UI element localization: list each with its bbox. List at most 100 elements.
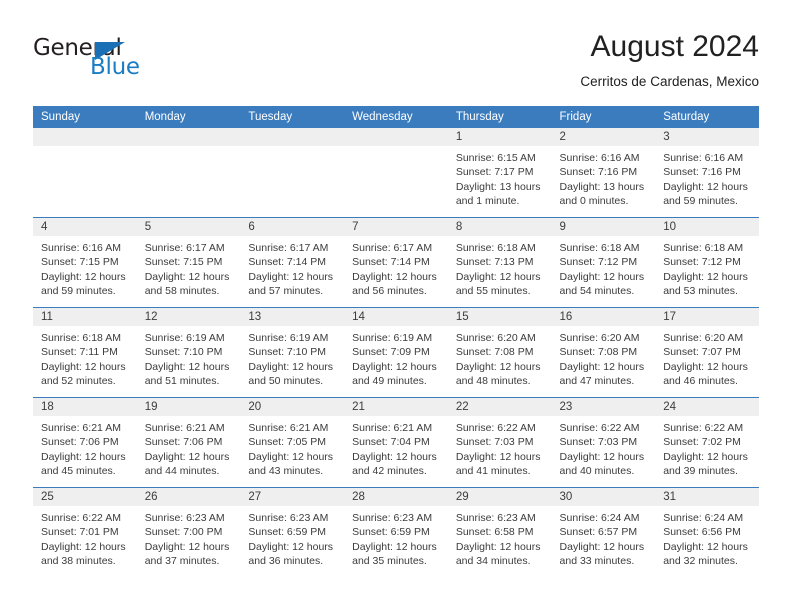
daylight-duration-line2: and 55 minutes. — [455, 285, 531, 298]
calendar-day-cell[interactable]: 8 Sunrise: 6:18 AM Sunset: 7:13 PM Daylight… — [447, 216, 552, 308]
calendar-day-cell[interactable]: 7 Sunrise: 6:17 AM Sunset: 7:14 PM Daylight… — [344, 216, 448, 308]
calendar-day-cell[interactable]: 22 Sunrise: 6:22 AM Sunset: 7:03 PM Dayligh… — [447, 396, 552, 488]
calendar-day-cell[interactable]: 20 Sunrise: 6:21 AM Sunset: 7:05 PM Dayligh… — [240, 396, 345, 488]
daylight-duration-line1: Daylight: 12 hours — [455, 450, 541, 463]
sunset-time: Sunset: 7:08 PM — [559, 346, 638, 359]
day-details: Sunrise: 6:21 AM Sunset: 7:04 PM Daylight:… — [344, 416, 448, 479]
daylight-duration-line2: and 43 minutes. — [248, 465, 324, 478]
calendar-day-cell[interactable]: 19 Sunrise: 6:21 AM Sunset: 7:06 PM Dayligh… — [136, 396, 241, 488]
calendar-day-cell[interactable]: 3 Sunrise: 6:16 AM Sunset: 7:16 PM Daylight… — [655, 127, 759, 218]
sunrise-time: Sunrise: 6:17 AM — [352, 241, 433, 254]
calendar-day-cell[interactable]: 29 Sunrise: 6:23 AM Sunset: 6:58 PM Dayligh… — [447, 486, 552, 577]
sunset-time: Sunset: 7:16 PM — [559, 166, 638, 179]
daylight-duration-line1: Daylight: 12 hours — [559, 270, 645, 283]
day-details: Sunrise: 6:19 AM Sunset: 7:09 PM Daylight:… — [344, 326, 448, 389]
day-details: Sunrise: 6:19 AM Sunset: 7:10 PM Daylight:… — [240, 326, 344, 389]
sunset-time: Sunset: 7:10 PM — [144, 346, 223, 359]
day-details: Sunrise: 6:23 AM Sunset: 6:59 PM Daylight:… — [344, 506, 448, 569]
daylight-duration-line1: Daylight: 12 hours — [663, 180, 748, 193]
calendar-week-row: 18 Sunrise: 6:21 AM Sunset: 7:06 PM Dayligh… — [33, 396, 759, 488]
daylight-duration-line2: and 1 minute. — [455, 195, 520, 208]
day-number: 22 — [447, 397, 552, 416]
sunrise-time: Sunrise: 6:23 AM — [352, 511, 433, 524]
calendar-week-row: 4 Sunrise: 6:16 AM Sunset: 7:15 PM Daylight… — [33, 216, 759, 308]
daylight-duration-line2: and 59 minutes. — [41, 285, 116, 298]
daylight-duration-line2: and 48 minutes. — [455, 375, 531, 388]
calendar-day-cell[interactable]: 25 Sunrise: 6:22 AM Sunset: 7:01 PM Dayligh… — [33, 486, 137, 577]
calendar-day-cell[interactable]: 15 Sunrise: 6:20 AM Sunset: 7:08 PM Dayligh… — [447, 306, 552, 398]
sunset-time: Sunset: 7:10 PM — [248, 346, 327, 359]
sunrise-time: Sunrise: 6:16 AM — [41, 241, 121, 254]
calendar-day-cell[interactable]: 13 Sunrise: 6:19 AM Sunset: 7:10 PM Dayligh… — [240, 306, 345, 398]
sunrise-time: Sunrise: 6:23 AM — [144, 511, 225, 524]
daylight-duration-line2: and 47 minutes. — [559, 375, 635, 388]
daylight-duration-line2: and 41 minutes. — [455, 465, 531, 478]
daylight-duration-line2: and 54 minutes. — [559, 285, 635, 298]
sunrise-time: Sunrise: 6:20 AM — [663, 331, 744, 344]
day-number: 17 — [655, 307, 759, 326]
daylight-duration-line2: and 52 minutes. — [41, 375, 116, 388]
calendar-day-cell[interactable]: 26 Sunrise: 6:23 AM Sunset: 7:00 PM Dayligh… — [136, 486, 241, 577]
calendar-day-cell[interactable]: 24 Sunrise: 6:22 AM Sunset: 7:02 PM Dayligh… — [655, 396, 759, 488]
calendar-day-cell[interactable]: 2 Sunrise: 6:16 AM Sunset: 7:16 PM Daylight… — [551, 127, 656, 218]
weekday-header-saturday: Saturday — [655, 105, 759, 128]
sunset-time: Sunset: 7:07 PM — [663, 346, 741, 359]
sunrise-time: Sunrise: 6:21 AM — [144, 421, 225, 434]
day-number: 6 — [240, 217, 345, 236]
calendar-day-cell[interactable]: 6 Sunrise: 6:17 AM Sunset: 7:14 PM Daylight… — [240, 216, 345, 308]
daylight-duration-line1: Daylight: 12 hours — [144, 360, 230, 373]
daylight-duration-line2: and 57 minutes. — [248, 285, 324, 298]
calendar-day-cell[interactable]: 18 Sunrise: 6:21 AM Sunset: 7:06 PM Dayligh… — [33, 396, 137, 488]
calendar-day-cell[interactable]: 1 Sunrise: 6:15 AM Sunset: 7:17 PM Daylight… — [447, 127, 552, 218]
sunrise-time: Sunrise: 6:19 AM — [144, 331, 225, 344]
day-details: Sunrise: 6:16 AM Sunset: 7:15 PM Daylight:… — [33, 236, 137, 299]
calendar-day-cell[interactable]: 9 Sunrise: 6:18 AM Sunset: 7:12 PM Daylight… — [551, 216, 656, 308]
day-number — [344, 127, 448, 146]
day-number: 7 — [344, 217, 448, 236]
daylight-duration-line1: Daylight: 12 hours — [455, 540, 541, 553]
day-details: Sunrise: 6:24 AM Sunset: 6:57 PM Daylight:… — [552, 506, 656, 569]
calendar-day-cell[interactable]: 27 Sunrise: 6:23 AM Sunset: 6:59 PM Dayligh… — [240, 486, 345, 577]
calendar-day-cell[interactable]: 12 Sunrise: 6:19 AM Sunset: 7:10 PM Dayligh… — [136, 306, 241, 398]
calendar-day-cell[interactable]: 30 Sunrise: 6:24 AM Sunset: 6:57 PM Dayligh… — [551, 486, 656, 577]
calendar-day-cell[interactable]: 5 Sunrise: 6:17 AM Sunset: 7:15 PM Daylight… — [136, 216, 241, 308]
calendar-header-row: Sunday Monday Tuesday Wednesday Thursday… — [33, 105, 759, 128]
calendar-day-cell[interactable]: 4 Sunrise: 6:16 AM Sunset: 7:15 PM Daylight… — [33, 216, 137, 308]
calendar-day-cell[interactable]: 16 Sunrise: 6:20 AM Sunset: 7:08 PM Dayligh… — [551, 306, 656, 398]
calendar-day-cell[interactable]: 21 Sunrise: 6:21 AM Sunset: 7:04 PM Dayligh… — [344, 396, 448, 488]
sunset-time: Sunset: 7:02 PM — [663, 436, 741, 449]
day-details: Sunrise: 6:17 AM Sunset: 7:14 PM Daylight:… — [240, 236, 344, 299]
sunset-time: Sunset: 7:11 PM — [41, 346, 118, 359]
daylight-duration-line1: Daylight: 12 hours — [41, 360, 126, 373]
daylight-duration-line2: and 36 minutes. — [248, 555, 324, 568]
calendar-day-cell[interactable]: 14 Sunrise: 6:19 AM Sunset: 7:09 PM Dayligh… — [344, 306, 448, 398]
day-number: 14 — [344, 307, 448, 326]
day-number: 24 — [655, 397, 759, 416]
daylight-duration-line1: Daylight: 12 hours — [248, 450, 334, 463]
calendar-day-cell[interactable]: 17 Sunrise: 6:20 AM Sunset: 7:07 PM Dayligh… — [655, 306, 759, 398]
calendar-day-cell[interactable]: 11 Sunrise: 6:18 AM Sunset: 7:11 PM Dayligh… — [33, 306, 137, 398]
day-details: Sunrise: 6:16 AM Sunset: 7:16 PM Daylight:… — [552, 146, 656, 209]
sunrise-time: Sunrise: 6:24 AM — [663, 511, 744, 524]
day-number: 10 — [655, 217, 759, 236]
day-details: Sunrise: 6:23 AM Sunset: 7:00 PM Daylight:… — [137, 506, 241, 569]
daylight-duration-line2: and 58 minutes. — [144, 285, 220, 298]
daylight-duration-line1: Daylight: 13 hours — [559, 180, 645, 193]
sunset-time: Sunset: 6:56 PM — [663, 526, 741, 539]
calendar-day-cell[interactable]: 10 Sunrise: 6:18 AM Sunset: 7:12 PM Dayligh… — [655, 216, 759, 308]
day-number: 4 — [33, 217, 137, 236]
daylight-duration-line1: Daylight: 13 hours — [455, 180, 541, 193]
calendar-day-cell[interactable]: 23 Sunrise: 6:22 AM Sunset: 7:03 PM Dayligh… — [551, 396, 656, 488]
day-number: 28 — [344, 487, 448, 506]
sunset-time: Sunset: 7:09 PM — [352, 346, 430, 359]
sunrise-time: Sunrise: 6:23 AM — [248, 511, 329, 524]
sunrise-time: Sunrise: 6:17 AM — [248, 241, 329, 254]
sunrise-time: Sunrise: 6:17 AM — [144, 241, 225, 254]
calendar-day-cell[interactable]: 28 Sunrise: 6:23 AM Sunset: 6:59 PM Dayligh… — [344, 486, 448, 577]
calendar-day-cell[interactable]: 31 Sunrise: 6:24 AM Sunset: 6:56 PM Dayligh… — [655, 486, 759, 577]
sunset-time: Sunset: 6:58 PM — [455, 526, 534, 539]
daylight-duration-line2: and 35 minutes. — [352, 555, 427, 568]
daylight-duration-line2: and 42 minutes. — [352, 465, 427, 478]
daylight-duration-line2: and 33 minutes. — [559, 555, 635, 568]
daylight-duration-line2: and 38 minutes. — [41, 555, 116, 568]
